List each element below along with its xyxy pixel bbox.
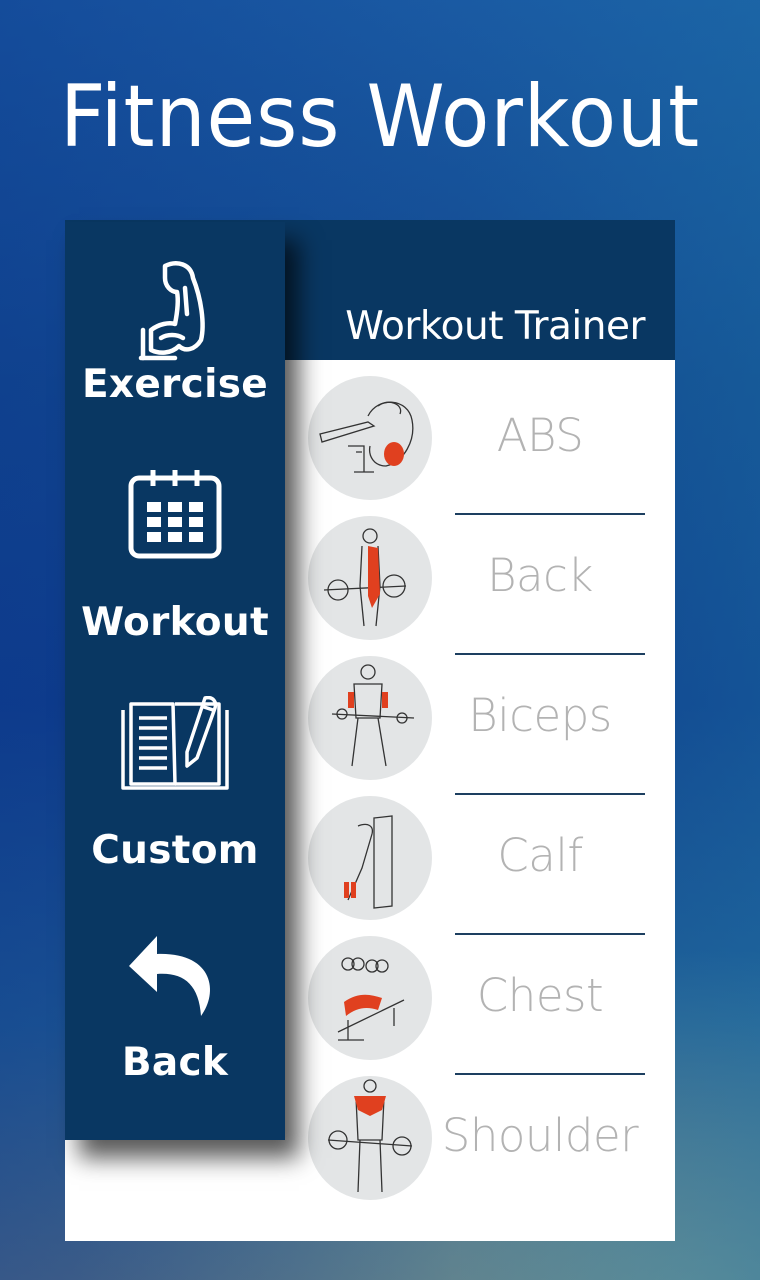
chest-exercise-image (308, 936, 432, 1060)
list-item-label: Back (487, 549, 593, 602)
list-item-label: Chest (476, 969, 604, 1022)
back-exercise-image (308, 516, 432, 640)
list-item-label: Calf (497, 829, 583, 882)
abs-exercise-image (308, 376, 432, 500)
nav-label-exercise: Exercise (81, 362, 269, 407)
nav-label-workout: Workout (81, 600, 269, 645)
nav-item-workout[interactable]: Workout (65, 468, 285, 645)
list-item-biceps[interactable]: Biceps (305, 650, 665, 795)
calendar-icon (128, 470, 222, 559)
list-item-label: ABS (496, 409, 584, 462)
nav-item-exercise[interactable]: Exercise (65, 258, 285, 407)
nav-label-custom: Custom (91, 828, 259, 873)
back-arrow-icon (129, 936, 211, 1016)
list-item-label: Shoulder (441, 1109, 639, 1162)
list-item-shoulder[interactable]: Shoulder (305, 1070, 665, 1210)
list-item-calf[interactable]: Calf (305, 790, 665, 935)
shoulder-exercise-image (308, 1076, 432, 1200)
flexed-bicep-icon (138, 261, 205, 361)
calf-exercise-image (308, 796, 432, 920)
nav-label-back: Back (121, 1040, 229, 1085)
biceps-exercise-image (308, 656, 432, 780)
list-item-back[interactable]: Back (305, 510, 665, 655)
nav-item-back[interactable]: Back (65, 932, 285, 1085)
app-title: Fitness Workout (59, 67, 701, 167)
list-item-chest[interactable]: Chest (305, 930, 665, 1075)
panel-title: Workout Trainer (345, 304, 645, 349)
muscle-group-list: ABS Back Biceps Calf Chest Shoulder (305, 370, 665, 1210)
list-item-label: Biceps (468, 689, 612, 742)
notebook-pencil-icon (121, 696, 229, 790)
sidebar-nav: Exercise Workout Custom Back (65, 222, 285, 1140)
nav-item-custom[interactable]: Custom (65, 696, 285, 873)
list-item-abs[interactable]: ABS (305, 370, 665, 515)
